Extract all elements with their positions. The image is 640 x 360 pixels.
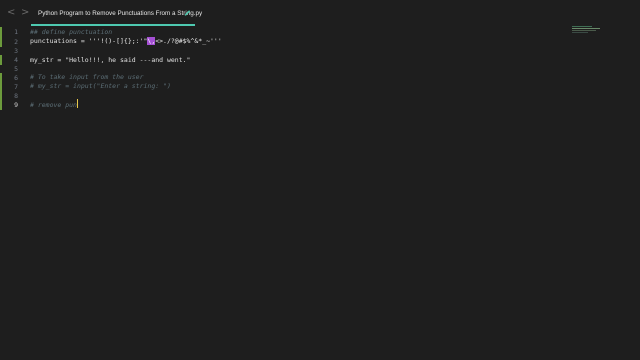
file-tab-title: Python Program to Remove Punctuations Fr…: [38, 10, 203, 17]
minimap-line: [572, 28, 600, 29]
string-literal: '''!()-[]{};:'": [88, 37, 148, 45]
back-arrow-icon[interactable]: <: [7, 7, 15, 19]
minimap-line: [572, 30, 596, 31]
text-cursor: [76, 99, 78, 108]
code-line-7[interactable]: # my_str = input("Enter a string: "): [30, 81, 171, 91]
string-literal: <>./?@#$%^&*_~''': [155, 37, 222, 45]
line-number: 1: [14, 28, 18, 36]
line-number-active: 9: [14, 101, 18, 109]
file-tab[interactable]: Python Program to Remove Punctuations Fr…: [31, 6, 202, 26]
code-line-9[interactable]: # remove pun: [30, 99, 78, 110]
minimap-line: [572, 26, 592, 27]
code-line-9-text: # remove pun: [30, 101, 77, 109]
code-editor-window: < > Python Program to Remove Punctuation…: [0, 0, 640, 360]
code-line-4[interactable]: my_str = "Hello!!!, he said ---and went.…: [30, 55, 190, 65]
pencil-edit-icon[interactable]: [183, 8, 192, 18]
minimap-line: [572, 32, 588, 33]
code-line-2[interactable]: punctuations = '''!()-[]{};:'"\,<>./?@#$…: [30, 36, 222, 46]
title-bar: < > Python Program to Remove Punctuation…: [0, 0, 640, 26]
forward-arrow-icon[interactable]: >: [21, 7, 29, 19]
minimap[interactable]: [572, 26, 604, 36]
variable-punctuations: punctuations =: [30, 37, 89, 45]
